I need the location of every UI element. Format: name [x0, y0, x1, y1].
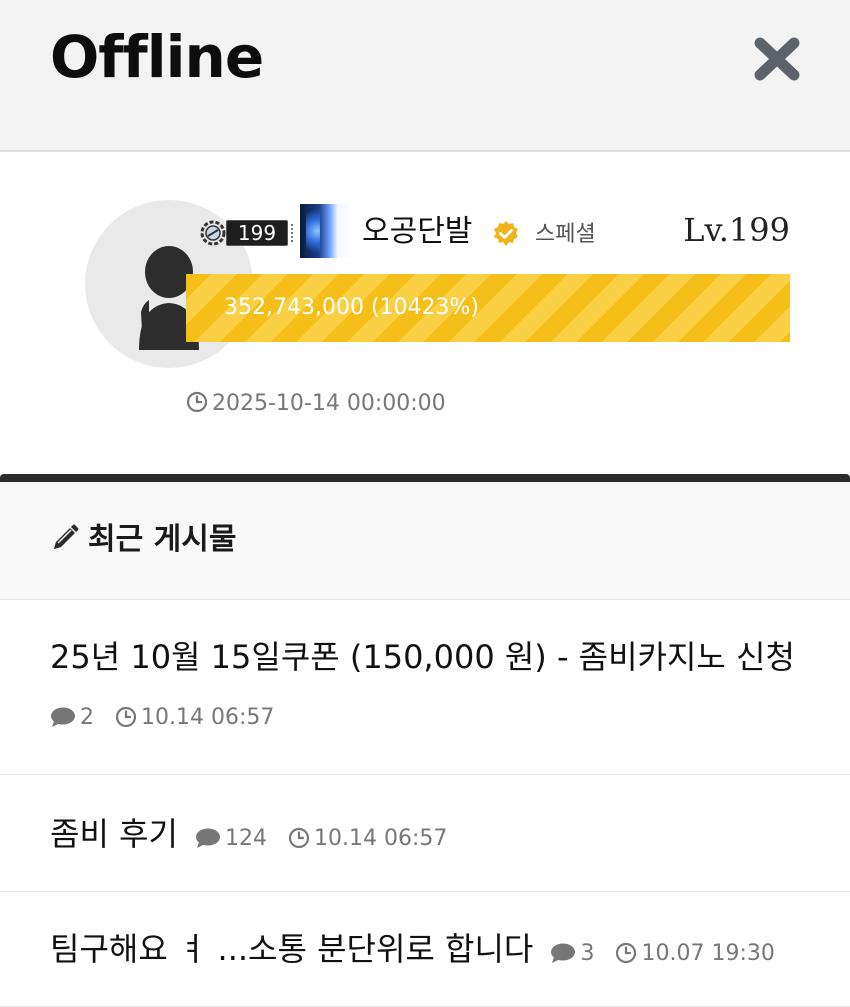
post-meta: 2 10.14 06:57 — [50, 705, 288, 730]
clock-icon — [616, 942, 637, 964]
post-time: 10.14 06:57 — [314, 826, 448, 851]
section-divider — [0, 474, 850, 482]
user-grade: 스페셜 — [535, 222, 596, 247]
level-text: Lv.199 — [683, 211, 790, 249]
join-date-text: 2025-10-14 00:00:00 — [212, 391, 446, 416]
experience-bar: 352,743,000 (10423%) — [186, 274, 790, 342]
profile-card: 199 오공단발 스페셜 Lv.199 352,743,000 (10423%)… — [0, 152, 850, 474]
list-item[interactable]: 25년 10월 15일쿠폰 (150,000 원) - 좀비카지노 신청 2 1… — [0, 600, 850, 775]
post-time: 10.07 19:30 — [641, 941, 775, 966]
clock-icon — [288, 827, 310, 849]
comment-icon — [51, 707, 75, 727]
clock-icon — [186, 391, 208, 413]
rank-emblem-image — [300, 204, 354, 258]
recent-posts-header: 최근 게시물 — [0, 482, 850, 600]
comment-count: 2 — [80, 705, 94, 730]
close-button[interactable] — [752, 36, 802, 82]
status-title: Offline — [50, 23, 264, 91]
post-title[interactable]: 25년 10월 15일쿠폰 (150,000 원) - 좀비카지노 신청 — [50, 636, 795, 678]
gear-icon — [200, 220, 226, 246]
recent-posts-title: 최근 게시물 — [50, 520, 236, 560]
pencil-icon — [54, 524, 79, 549]
post-title[interactable]: 좀비 후기 — [50, 815, 178, 853]
recent-posts-title-text: 최근 게시물 — [88, 522, 237, 557]
comment-count: 124 — [225, 826, 268, 851]
post-meta: 3 10.07 19:30 — [550, 941, 788, 966]
comment-count: 3 — [580, 941, 595, 966]
profile-header: Offline — [0, 0, 850, 152]
verified-badge-icon — [494, 221, 518, 246]
post-time: 10.14 06:57 — [141, 705, 275, 730]
close-icon[interactable] — [752, 36, 802, 82]
list-item[interactable]: 팀구해요 ㅕ ...소통 분단위로 합니다 3 10.07 19:30 — [0, 892, 850, 1007]
list-item[interactable]: 좀비 후기 124 10.14 06:57 — [0, 775, 850, 892]
clock-icon — [115, 706, 137, 728]
recent-posts-list: 25년 10월 15일쿠폰 (150,000 원) - 좀비카지노 신청 2 1… — [0, 600, 850, 1007]
comment-icon — [551, 943, 576, 963]
level-badge: 199 — [226, 220, 293, 246]
post-title[interactable]: 팀구해요 ㅕ ...소통 분단위로 합니다 — [50, 930, 533, 968]
username[interactable]: 오공단발 — [362, 212, 472, 252]
post-meta: 124 10.14 06:57 — [195, 826, 461, 851]
join-date: 2025-10-14 00:00:00 — [186, 388, 446, 420]
experience-text: 352,743,000 (10423%) — [224, 295, 480, 320]
comment-icon — [196, 828, 221, 848]
